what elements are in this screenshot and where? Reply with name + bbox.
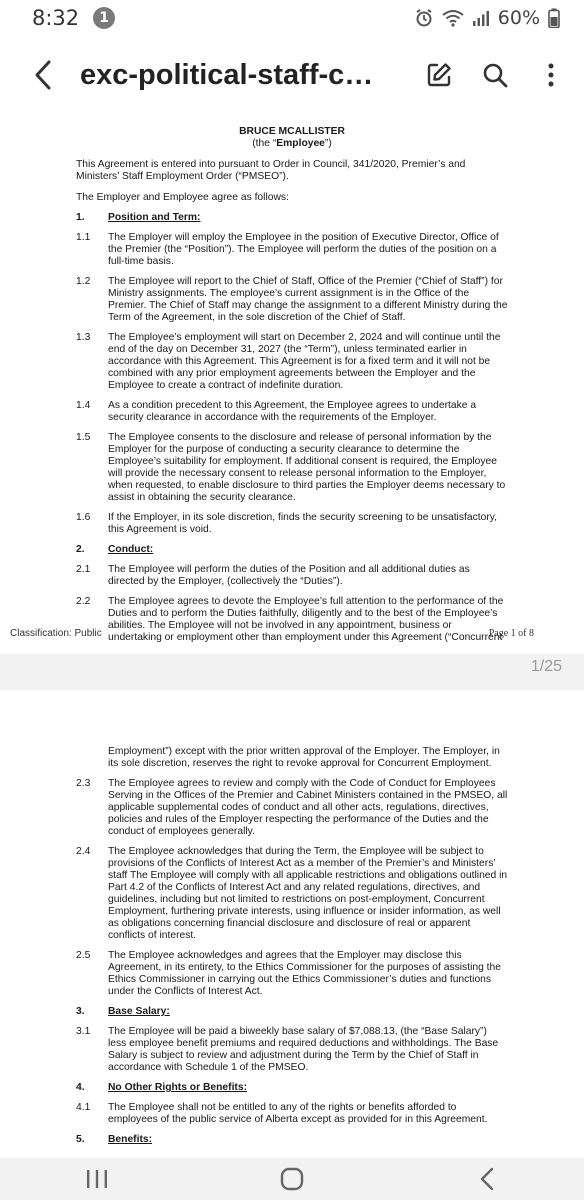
clause-number: 2.1 bbox=[76, 564, 91, 575]
clause-number: 3.1 bbox=[76, 1026, 91, 1037]
clause-number: 4. bbox=[76, 1082, 85, 1093]
clause-number: 2. bbox=[76, 544, 85, 555]
clause-list: 2.3 The Employee agrees to review and com… bbox=[76, 778, 508, 1146]
clause-text: The Employee will be paid a biweekly bas… bbox=[108, 1026, 499, 1073]
clock: 8:32 bbox=[32, 6, 80, 30]
home-icon bbox=[280, 1167, 304, 1191]
clause-text: As a condition precedent to this Agreeme… bbox=[108, 400, 477, 423]
section-heading: 2. Conduct: bbox=[76, 544, 508, 556]
search-icon bbox=[483, 63, 508, 88]
home-button[interactable] bbox=[262, 1159, 322, 1199]
clause-item: 2.4 The Employee acknowledges that during… bbox=[76, 846, 508, 942]
back-nav-button[interactable] bbox=[457, 1159, 517, 1199]
clause-number: 2.3 bbox=[76, 778, 91, 789]
clause-text: Base Salary: bbox=[108, 1006, 170, 1017]
navigation-bar bbox=[0, 1158, 584, 1200]
page-counter: 1/25 bbox=[530, 658, 562, 675]
party-header: BRUCE MCALLISTER (the “Employee”) bbox=[76, 126, 508, 150]
clause-text: Conduct: bbox=[108, 544, 154, 555]
clause-text: The Employee agrees to devote the Employ… bbox=[108, 596, 504, 643]
clause-number: 3. bbox=[76, 1006, 85, 1017]
clause-item: 2.3 The Employee agrees to review and com… bbox=[76, 778, 508, 838]
clause-item: 1.4 As a condition precedent to this Agre… bbox=[76, 400, 508, 424]
alarm-icon bbox=[414, 8, 434, 28]
intro-paragraph: This Agreement is entered into pursuant … bbox=[76, 159, 466, 182]
document-page-2[interactable]: Employment”) except with the prior writt… bbox=[0, 690, 584, 1158]
clause-item: 3.1 The Employee will be paid a biweekly … bbox=[76, 1026, 508, 1074]
back-button[interactable] bbox=[26, 53, 60, 97]
clause-text: The Employee acknowledges that during th… bbox=[108, 846, 508, 941]
recent-apps-button[interactable] bbox=[67, 1159, 127, 1199]
document-title: exc-political-staff-con... bbox=[80, 58, 388, 91]
classification-label: Classification: Public bbox=[10, 628, 102, 639]
clause-text: Position and Term: bbox=[108, 212, 201, 223]
clause-text: No Other Rights or Benefits: bbox=[108, 1082, 248, 1093]
clause-item: 1.2 The Employee will report to the Chief… bbox=[76, 276, 508, 324]
clause-item: 2.2 The Employee agrees to devote the Emp… bbox=[76, 596, 508, 644]
clause-number: 1.1 bbox=[76, 232, 91, 243]
clause-item: 2.1 The Employee will perform the duties … bbox=[76, 564, 508, 588]
battery-icon bbox=[548, 8, 560, 28]
clause-text: The Employer will employ the Employee in… bbox=[108, 232, 499, 267]
section-heading: 3. Base Salary: bbox=[76, 1006, 508, 1018]
wifi-icon bbox=[442, 9, 464, 27]
clause-number: 1.2 bbox=[76, 276, 91, 287]
battery-percent: 60% bbox=[497, 7, 540, 29]
notification-badge: 1 bbox=[93, 7, 116, 29]
clause-number: 2.4 bbox=[76, 846, 91, 857]
edit-icon bbox=[427, 63, 451, 87]
status-bar: 8:32 1 60% bbox=[0, 0, 584, 36]
clause-number: 2.5 bbox=[76, 950, 91, 961]
clause-item: 4.1 The Employee shall not be entitled to… bbox=[76, 1102, 508, 1126]
chevron-left-icon bbox=[35, 60, 51, 90]
clause-text: The Employee acknowledges and agrees tha… bbox=[108, 950, 501, 997]
clause-text: If the Employer, in its sole discretion,… bbox=[108, 512, 497, 535]
clause-item: 1.1 The Employer will employ the Employee… bbox=[76, 232, 508, 268]
clause-text: The Employee will perform the duties of … bbox=[108, 564, 470, 587]
more-options-button[interactable] bbox=[536, 55, 566, 95]
clause-list: 1. Position and Term: 1.1 The Employer will… bbox=[76, 212, 508, 644]
agree-paragraph: The Employer and Employee agree as follo… bbox=[76, 192, 289, 203]
section-heading: 1. Position and Term: bbox=[76, 212, 508, 224]
clause-number: 1.3 bbox=[76, 332, 91, 343]
app-bar: exc-political-staff-con... bbox=[0, 36, 584, 114]
clause-text: The Employee’s employment will start on … bbox=[108, 332, 501, 391]
continuation-paragraph: Employment”) except with the prior writt… bbox=[108, 746, 500, 769]
clause-item: 1.3 The Employee’s employment will start … bbox=[76, 332, 508, 392]
recent-apps-icon bbox=[87, 1170, 108, 1188]
clause-number: 4.1 bbox=[76, 1102, 91, 1113]
more-vertical-icon bbox=[548, 63, 554, 87]
employee-name: BRUCE MCALLISTER bbox=[239, 126, 345, 137]
back-icon bbox=[480, 1167, 493, 1191]
clause-item: 2.5 The Employee acknowledges and agrees … bbox=[76, 950, 508, 998]
clause-number: 1.5 bbox=[76, 432, 91, 443]
signal-icon bbox=[472, 10, 490, 26]
clause-number: 1. bbox=[76, 212, 85, 223]
search-button[interactable] bbox=[480, 55, 510, 95]
clause-number: 1.4 bbox=[76, 400, 91, 411]
clause-text: The Employee consents to the disclosure … bbox=[108, 432, 506, 503]
clause-item: 1.5 The Employee consents to the disclosu… bbox=[76, 432, 508, 504]
clause-item: 1.6 If the Employer, in its sole discreti… bbox=[76, 512, 508, 536]
section-heading: 5. Benefits: bbox=[76, 1134, 508, 1146]
clause-number: 5. bbox=[76, 1134, 85, 1145]
clause-text: The Employee shall not be entitled to an… bbox=[108, 1102, 488, 1125]
edit-button[interactable] bbox=[424, 55, 454, 95]
employee-designation: (the “Employee”) bbox=[252, 138, 332, 149]
clause-number: 1.6 bbox=[76, 512, 91, 523]
clause-text: The Employee will report to the Chief of… bbox=[108, 276, 508, 323]
document-page-1[interactable]: BRUCE MCALLISTER (the “Employee”) This A… bbox=[0, 114, 584, 654]
section-heading: 4. No Other Rights or Benefits: bbox=[76, 1082, 508, 1094]
page-number-label: Page 1 of 8 bbox=[488, 628, 534, 639]
clause-text: Benefits: bbox=[108, 1134, 153, 1145]
clause-text: The Employee agrees to review and comply… bbox=[108, 778, 508, 837]
